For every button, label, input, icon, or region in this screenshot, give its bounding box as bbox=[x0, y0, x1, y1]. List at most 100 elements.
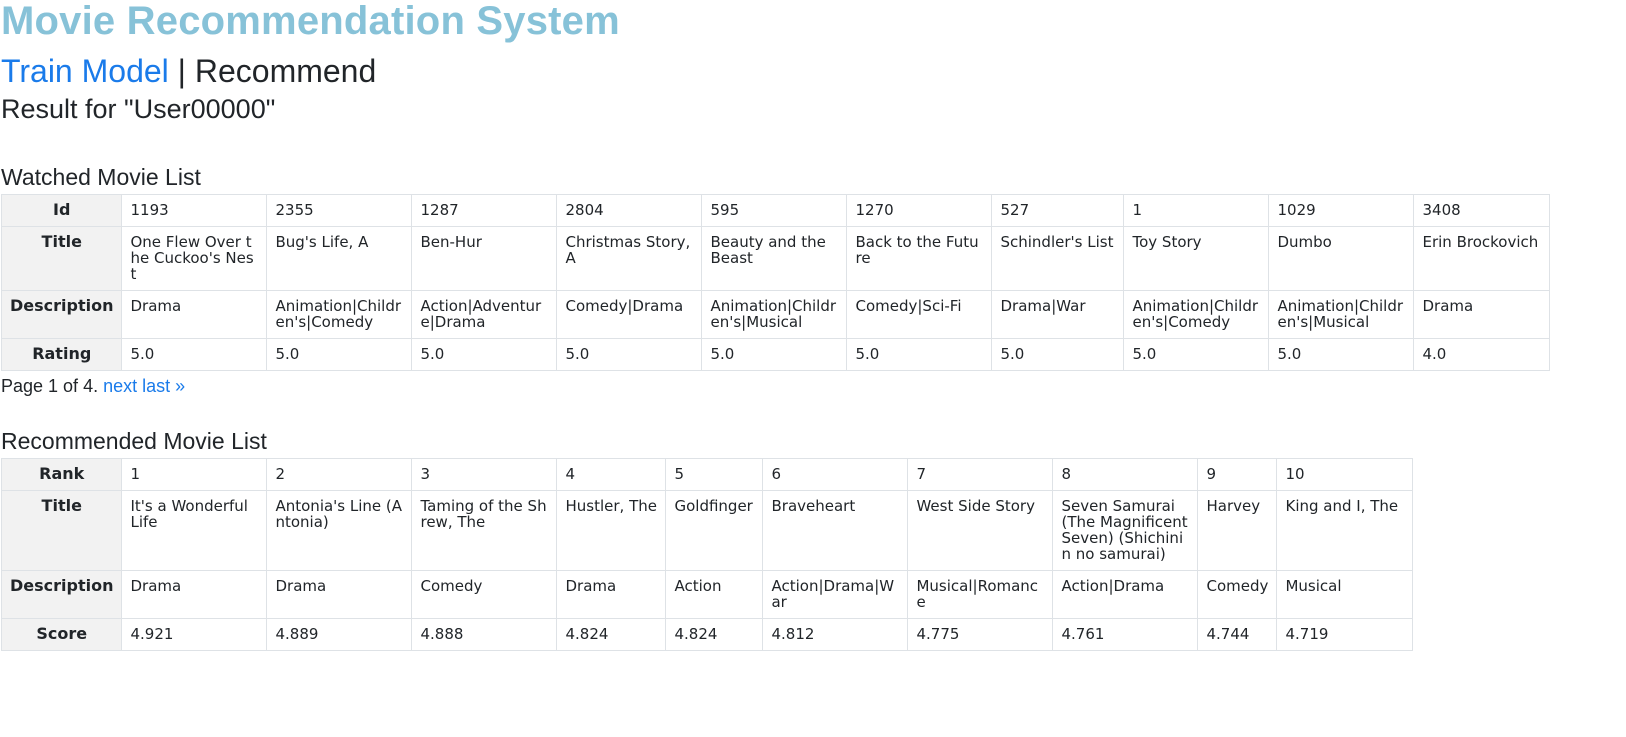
watched-id-text: 1029 bbox=[1277, 201, 1316, 219]
recommended-title-text: Harvey bbox=[1206, 497, 1261, 515]
row-header: Rank bbox=[0, 458, 123, 491]
watched-description-text: Drama bbox=[130, 297, 182, 315]
recommended-title-text: West Side Story bbox=[916, 497, 1035, 515]
recommended-description-cell: Action|Drama|War bbox=[762, 570, 909, 619]
watched-title-cell: Erin Brockovich bbox=[1413, 226, 1551, 291]
recommended-rank-cell: 8 bbox=[1052, 458, 1199, 491]
recommended-title-text: Hustler, The bbox=[565, 497, 657, 515]
watched-description-text: Comedy|Sci-Fi bbox=[855, 297, 962, 315]
result-title: Result for "User00000" bbox=[1, 94, 276, 124]
watched-id-cell: 1193 bbox=[121, 194, 268, 227]
recommended-row-title: Title It's a Wonderful Life Antonia's Line… bbox=[0, 490, 1414, 571]
watched-rating-text: 5.0 bbox=[275, 345, 300, 363]
recommended-description-cell: Drama bbox=[121, 570, 268, 619]
recommended-score-text: 4.719 bbox=[1285, 625, 1329, 643]
page-info: Page 1 of 4. bbox=[1, 376, 99, 396]
watched-id-cell: 1 bbox=[1123, 194, 1270, 227]
recommended-score-cell: 4.824 bbox=[665, 618, 764, 651]
recommended-title-cell: King and I, The bbox=[1276, 490, 1414, 571]
row-header: Rating bbox=[0, 338, 123, 371]
watched-description-cell: Action|Adventure|Drama bbox=[411, 290, 558, 339]
recommended-title-cell: Seven Samurai (The Magnificent Seven) (S… bbox=[1052, 490, 1199, 571]
recommended-score-text: 4.921 bbox=[130, 625, 174, 643]
watched-row-id: Id 1193 2355 1287 2804 595 1270 527 1 1029 3408 bbox=[0, 194, 1551, 227]
recommended-score-cell: 4.889 bbox=[266, 618, 413, 651]
watched-rating-cell: 5.0 bbox=[701, 338, 848, 371]
watched-rating-cell: 4.0 bbox=[1413, 338, 1551, 371]
recommended-score-text: 4.761 bbox=[1061, 625, 1105, 643]
watched-description-cell: Drama|War bbox=[991, 290, 1125, 339]
recommended-description-text: Comedy bbox=[1206, 577, 1269, 595]
watched-id-text: 2355 bbox=[275, 201, 314, 219]
watched-id-text: 1287 bbox=[420, 201, 459, 219]
last-page-link[interactable]: last » bbox=[142, 376, 185, 396]
watched-rating-text: 5.0 bbox=[420, 345, 445, 363]
recommended-description-cell: Comedy bbox=[1197, 570, 1278, 619]
recommended-description-cell: Action|Drama bbox=[1052, 570, 1199, 619]
watched-title-text: Dumbo bbox=[1277, 233, 1332, 251]
recommended-score-text: 4.888 bbox=[420, 625, 464, 643]
watched-title-text: Beauty and the Beast bbox=[710, 233, 826, 267]
watched-rating-text: 5.0 bbox=[1277, 345, 1302, 363]
watched-description-cell: Drama bbox=[121, 290, 268, 339]
recommended-rank-text: 1 bbox=[130, 465, 141, 483]
watched-title-cell: Beauty and the Beast bbox=[701, 226, 848, 291]
row-header: Title bbox=[0, 490, 123, 571]
recommended-description-text: Musical|Romance bbox=[916, 577, 1039, 611]
recommended-rank-cell: 4 bbox=[556, 458, 667, 491]
recommended-title-text: It's a Wonderful Life bbox=[130, 497, 248, 531]
watched-id-text: 1270 bbox=[855, 201, 894, 219]
recommended-rank-text: 3 bbox=[420, 465, 431, 483]
recommended-title-text: Seven Samurai (The Magnificent Seven) (S… bbox=[1061, 497, 1188, 563]
recommended-score-cell: 4.921 bbox=[121, 618, 268, 651]
recommended-description-cell: Action bbox=[665, 570, 764, 619]
recommended-row-score: Score 4.921 4.889 4.888 4.824 4.824 4.812 4.775… bbox=[0, 618, 1414, 651]
recommended-rank-text: 7 bbox=[916, 465, 927, 483]
watched-title-cell: Schindler's List bbox=[991, 226, 1125, 291]
watched-id-cell: 3408 bbox=[1413, 194, 1551, 227]
watched-id-text: 3408 bbox=[1422, 201, 1461, 219]
watched-id-cell: 527 bbox=[991, 194, 1125, 227]
watched-rating-cell: 5.0 bbox=[1123, 338, 1270, 371]
watched-rating-cell: 5.0 bbox=[991, 338, 1125, 371]
watched-rating-cell: 5.0 bbox=[846, 338, 993, 371]
recommend-nav-item: Recommend bbox=[194, 53, 377, 89]
watched-description-cell: Animation|Children's|Comedy bbox=[266, 290, 413, 339]
watched-rating-text: 5.0 bbox=[855, 345, 880, 363]
recommended-title-cell: Goldfinger bbox=[665, 490, 764, 571]
watched-id-text: 2804 bbox=[565, 201, 604, 219]
recommended-score-cell: 4.824 bbox=[556, 618, 667, 651]
watched-title-text: Back to the Future bbox=[855, 233, 979, 267]
recommended-score-cell: 4.888 bbox=[411, 618, 558, 651]
watched-description-cell: Comedy|Drama bbox=[556, 290, 703, 339]
recommended-description-text: Comedy bbox=[420, 577, 483, 595]
recommended-title-cell: Harvey bbox=[1197, 490, 1278, 571]
watched-rating-cell: 5.0 bbox=[266, 338, 413, 371]
recommended-title-cell: Antonia's Line (Antonia) bbox=[266, 490, 413, 571]
row-header: Score bbox=[0, 618, 123, 651]
train-model-link[interactable]: Train Model bbox=[1, 53, 169, 89]
watched-title-text: Ben-Hur bbox=[420, 233, 482, 251]
recommended-rank-text: 10 bbox=[1285, 465, 1305, 483]
recommended-rank-cell: 5 bbox=[665, 458, 764, 491]
recommended-description-cell: Comedy bbox=[411, 570, 558, 619]
row-header: Id bbox=[0, 194, 123, 227]
watched-title-text: Schindler's List bbox=[1000, 233, 1114, 251]
recommended-score-text: 4.824 bbox=[674, 625, 718, 643]
recommended-movie-table: Rank 1 2 3 4 5 6 7 8 9 10 Title It's a Wonderful Lif… bbox=[0, 458, 1414, 651]
next-page-link[interactable]: next bbox=[103, 376, 137, 396]
watched-rating-text: 4.0 bbox=[1422, 345, 1447, 363]
recommended-title-text: Taming of the Shrew, The bbox=[420, 497, 547, 531]
watched-rating-text: 5.0 bbox=[710, 345, 735, 363]
watched-id-text: 527 bbox=[1000, 201, 1030, 219]
recommended-title-cell: Braveheart bbox=[762, 490, 909, 571]
watched-description-text: Comedy|Drama bbox=[565, 297, 684, 315]
recommended-score-text: 4.744 bbox=[1206, 625, 1250, 643]
recommended-score-cell: 4.812 bbox=[762, 618, 909, 651]
watched-row-description: Description Drama Animation|Children's|Com… bbox=[0, 290, 1551, 339]
watched-id-cell: 2355 bbox=[266, 194, 413, 227]
watched-id-cell: 1270 bbox=[846, 194, 993, 227]
recommended-title-text: King and I, The bbox=[1285, 497, 1399, 515]
watched-description-text: Action|Adventure|Drama bbox=[420, 297, 542, 331]
watched-title-text: Erin Brockovich bbox=[1422, 233, 1539, 251]
